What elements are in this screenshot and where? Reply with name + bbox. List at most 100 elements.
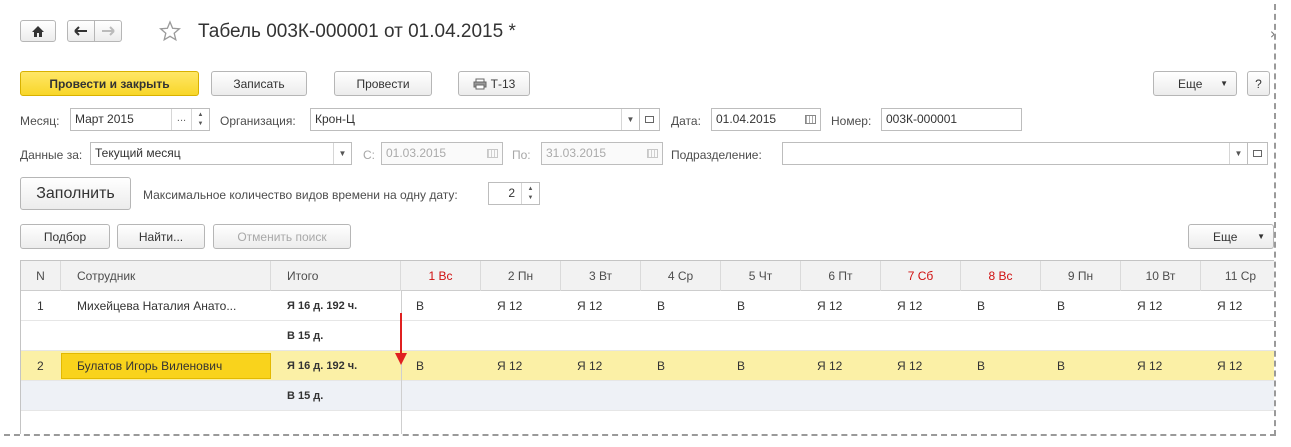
column-header-day-8[interactable]: 8 Вс (961, 261, 1041, 291)
employee-name[interactable]: Булатов Игорь Виленович (77, 351, 267, 380)
column-header-day-1[interactable]: 1 Вс (401, 261, 481, 291)
fill-button[interactable]: Заполнить (20, 177, 131, 210)
timesheet-table[interactable]: N Сотрудник Итого 1 Вс 2 Пн 3 Вт 4 Ср 5 … (20, 260, 1274, 434)
help-button[interactable]: ? (1247, 71, 1270, 96)
total-worked[interactable]: Я 16 д. 192 ч. (287, 351, 357, 380)
table-more-button[interactable]: Еще ▼ (1188, 224, 1274, 249)
date-label: Дата: (671, 114, 701, 128)
day-cell[interactable]: Я 12 (497, 351, 522, 380)
month-select-button[interactable]: ... (171, 109, 191, 130)
month-field[interactable]: Март 2015 ... ▲ ▼ (70, 108, 210, 131)
open-icon (645, 116, 654, 123)
column-header-day-2[interactable]: 2 Пн (481, 261, 561, 291)
cancel-search-button[interactable]: Отменить поиск (213, 224, 351, 249)
day-cell[interactable]: Я 12 (897, 291, 922, 320)
month-label: Месяц: (20, 114, 60, 128)
post-button[interactable]: Провести (334, 71, 432, 96)
department-field[interactable]: ▼ (782, 142, 1248, 165)
column-header-day-3[interactable]: 3 Вт (561, 261, 641, 291)
organization-open-button[interactable] (640, 108, 660, 131)
total-worked[interactable]: Я 16 д. 192 ч. (287, 291, 357, 320)
column-header-day-9[interactable]: 9 Пн (1041, 261, 1121, 291)
save-button[interactable]: Записать (211, 71, 307, 96)
column-header-day-5[interactable]: 5 Чт (721, 261, 801, 291)
print-t13-label: Т-13 (490, 76, 516, 91)
column-header-employee[interactable]: Сотрудник (61, 261, 271, 291)
day-cell[interactable]: В (977, 291, 985, 320)
more-button[interactable]: Еще ▼ (1153, 71, 1237, 96)
date-field[interactable]: 01.04.2015 (711, 108, 821, 131)
table-header: N Сотрудник Итого 1 Вс 2 Пн 3 Вт 4 Ср 5 … (21, 261, 1274, 291)
chevron-down-icon[interactable]: ▼ (621, 109, 639, 130)
day-cell[interactable]: Я 12 (897, 351, 922, 380)
column-header-day-10[interactable]: 10 Вт (1121, 261, 1201, 291)
day-cell[interactable]: В (977, 351, 985, 380)
calendar-icon[interactable] (642, 143, 662, 164)
day-cell[interactable]: В (657, 351, 665, 380)
day-cell[interactable]: Я 12 (817, 351, 842, 380)
organization-field[interactable]: Крон-Ц ▼ (310, 108, 640, 131)
more-label: Еще (1178, 76, 1203, 91)
number-field[interactable]: 003К-000001 (881, 108, 1022, 131)
from-label: С: (363, 148, 375, 162)
day-cell[interactable]: Я 12 (1217, 351, 1242, 380)
column-header-day-7[interactable]: 7 Сб (881, 261, 961, 291)
chevron-down-icon[interactable]: ▼ (333, 143, 351, 164)
department-open-button[interactable] (1248, 142, 1268, 165)
post-and-close-button[interactable]: Провести и закрыть (20, 71, 199, 96)
favorite-star-icon[interactable] (158, 20, 182, 42)
back-button[interactable] (67, 20, 95, 42)
day-cell[interactable]: Я 12 (577, 351, 602, 380)
calendar-icon[interactable] (800, 109, 820, 130)
find-button[interactable]: Найти... (117, 224, 205, 249)
date-value: 01.04.2015 (716, 112, 777, 126)
day-cell[interactable]: В (1057, 351, 1065, 380)
table-row-sub[interactable]: В 15 д. (21, 321, 1274, 351)
day-cell[interactable]: Я 12 (1217, 291, 1242, 320)
column-header-total[interactable]: Итого (271, 261, 401, 291)
day-cell[interactable]: Я 12 (1137, 291, 1162, 320)
day-cell[interactable]: В (1057, 291, 1065, 320)
day-cell[interactable]: В (657, 291, 665, 320)
from-date-field[interactable]: 01.03.2015 (381, 142, 503, 165)
column-header-day-4[interactable]: 4 Ср (641, 261, 721, 291)
max-types-field[interactable]: 2 ▲ ▼ (488, 182, 540, 205)
data-for-field[interactable]: Текущий месяц ▼ (90, 142, 352, 165)
total-days-off[interactable]: В 15 д. (287, 321, 323, 350)
data-for-label: Данные за: (20, 148, 83, 162)
department-label: Подразделение: (671, 148, 762, 162)
to-date-field[interactable]: 31.03.2015 (541, 142, 663, 165)
table-row-sub[interactable]: В 15 д. (21, 381, 1274, 411)
table-row[interactable]: 1 Михейцева Наталия Анато... Я 16 д. 192… (21, 291, 1274, 321)
column-header-day-6[interactable]: 6 Пт (801, 261, 881, 291)
day-cell[interactable]: Я 12 (817, 291, 842, 320)
organization-label: Организация: (220, 114, 296, 128)
forward-button[interactable] (94, 20, 122, 42)
day-cell[interactable]: Я 12 (497, 291, 522, 320)
chevron-down-icon[interactable]: ▼ (1229, 143, 1247, 164)
home-button[interactable] (20, 20, 56, 42)
day-cell[interactable]: В (416, 351, 424, 380)
day-cell[interactable]: В (737, 291, 745, 320)
close-icon[interactable]: × (1270, 26, 1274, 42)
max-types-value: 2 (508, 186, 515, 200)
column-header-n[interactable]: N (21, 261, 61, 291)
total-days-off[interactable]: В 15 д. (287, 381, 323, 410)
employee-name[interactable]: Михейцева Наталия Анато... (77, 291, 267, 320)
red-arrow-annotation (395, 313, 407, 365)
calendar-icon[interactable] (482, 143, 502, 164)
column-header-day-11[interactable]: 11 Ср (1201, 261, 1274, 291)
number-label: Номер: (831, 114, 872, 128)
print-t13-button[interactable]: Т-13 (458, 71, 530, 96)
max-types-spinner[interactable]: ▲ ▼ (521, 183, 539, 204)
month-spinner[interactable]: ▲ ▼ (191, 109, 209, 130)
number-value: 003К-000001 (886, 112, 958, 126)
pick-button[interactable]: Подбор (20, 224, 110, 249)
table-row-selected[interactable]: 2 Булатов Игорь Виленович Я 16 д. 192 ч.… (21, 351, 1274, 381)
page-title: Табель 003К-000001 от 01.04.2015 * (198, 21, 516, 42)
day-cell[interactable]: Я 12 (1137, 351, 1162, 380)
row-number: 2 (37, 358, 44, 373)
day-cell[interactable]: В (737, 351, 745, 380)
day-cell[interactable]: В (416, 291, 424, 320)
day-cell[interactable]: Я 12 (577, 291, 602, 320)
